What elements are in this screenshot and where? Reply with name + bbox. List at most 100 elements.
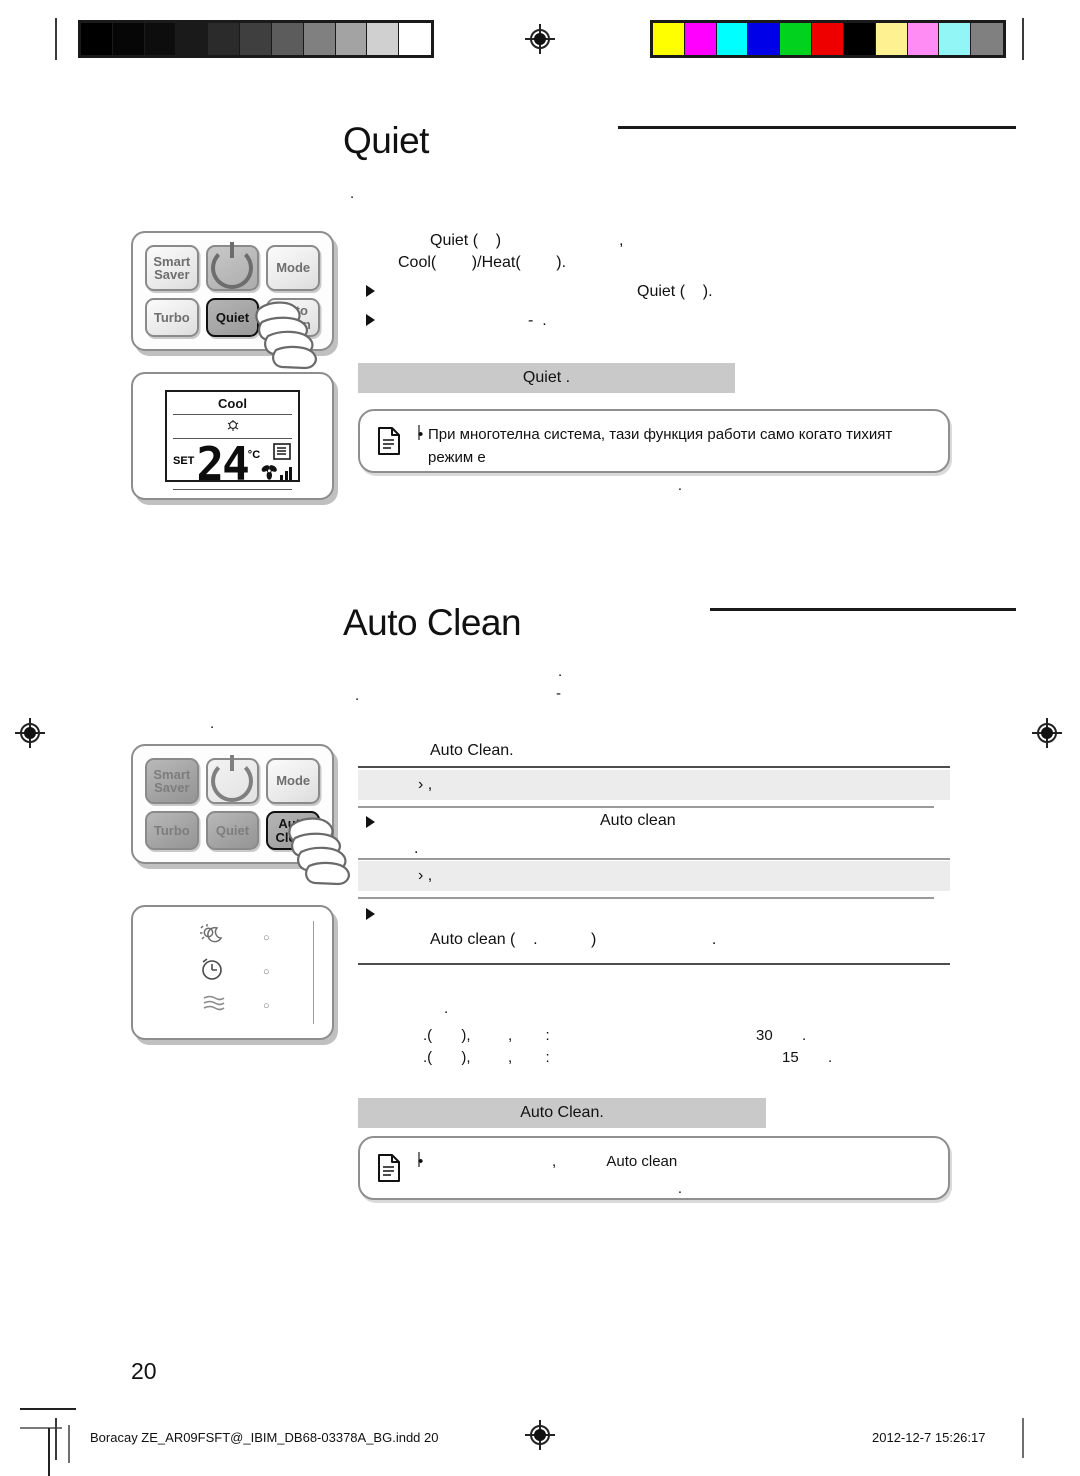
calibration-swatch — [653, 23, 685, 55]
autoclean-subhead: Auto Clean. — [430, 742, 514, 759]
crop-mark-v2 — [68, 1425, 70, 1463]
autoclean-lead-dot-2: . — [355, 687, 360, 704]
calibration-swatch — [684, 23, 717, 55]
quiet-bullet-1: Quiet ( ). — [637, 283, 713, 300]
autoclean-caption-text: Auto Clean. — [520, 1104, 604, 1121]
lcd-panel-quiet: Cool SET 24 °C — [131, 372, 334, 500]
quiet-note-line2: . — [677, 476, 683, 494]
lcd-temperature: 24 — [196, 437, 249, 491]
calibration-swatch — [240, 23, 272, 55]
color-calibration-bar — [650, 20, 1006, 58]
quiet-caption-text: Quiet . — [522, 369, 571, 386]
autoclean-note-box: • , Auto clean . — [358, 1136, 950, 1200]
crop-mark-v3 — [1022, 1418, 1024, 1458]
button-quiet[interactable]: Quiet — [205, 298, 260, 337]
button-smart-saver[interactable]: Smart Saver — [145, 245, 199, 291]
autoclean-note-text: • , Auto clean . — [418, 1150, 932, 1201]
autoclean-title-rule — [710, 608, 1016, 611]
lcd-unit: °C — [247, 449, 261, 461]
button-turbo-2[interactable]: Turbo — [145, 811, 199, 850]
grayscale-calibration-bar — [78, 20, 434, 58]
button-smart-saver-2[interactable]: Smart Saver — [145, 758, 199, 804]
manual-page: Quiet . Smart Saver Mode Turbo Quiet Auto… — [0, 0, 1080, 1476]
indicator-led-3: ○ — [263, 999, 270, 1012]
registration-mark-left — [15, 718, 45, 748]
indicator-led-2: ○ — [263, 965, 270, 978]
autoclean-timing-line2-suffix: . — [828, 1049, 833, 1066]
footer-timestamp: 2012-12-7 15:26:17 — [872, 1430, 986, 1445]
note-document-icon-2 — [378, 1154, 400, 1182]
airflow-icon — [201, 994, 227, 1017]
calibration-swatch — [367, 23, 400, 55]
button-auto-clean[interactable]: Auto Clean — [266, 298, 320, 337]
quiet-note-box: • При многотелна система, тази функция р… — [358, 409, 950, 494]
calibration-swatch — [176, 23, 209, 55]
autoclean-rule-top — [358, 766, 950, 768]
autoclean-band-1: › , — [358, 770, 950, 800]
autoclean-band-2-text: › , — [418, 867, 433, 884]
lcd-screen: Cool SET 24 °C — [165, 390, 300, 491]
power-icon-2 — [211, 755, 254, 802]
registration-mark-bottom — [525, 1420, 555, 1450]
fan-icon — [261, 465, 277, 480]
indicator-panel: ○ ○ ○ — [131, 905, 334, 1040]
quiet-bullet-2: - . — [528, 312, 547, 329]
button-quiet-2[interactable]: Quiet — [205, 811, 260, 850]
right-edge-rule — [1022, 18, 1024, 60]
autoclean-rule-3 — [358, 897, 934, 899]
crop-mark-v1 — [48, 1428, 50, 1476]
button-mode-2[interactable]: Mode — [266, 758, 320, 804]
calibration-swatch — [399, 23, 431, 55]
quiet-body-line1: Quiet ( ) — [430, 232, 502, 249]
autoclean-note-line2: . — [677, 1180, 683, 1198]
quiet-intro-dot: . — [350, 185, 355, 202]
autoclean-lead-dot-1: . — [558, 663, 563, 680]
autoclean-timing-line2-value: 15 — [782, 1049, 799, 1066]
calibration-swatch — [939, 23, 972, 55]
quiet-body-line1-tail: , — [619, 232, 624, 249]
page-number: 20 — [131, 1358, 157, 1384]
autoclean-band-1-text: › , — [418, 776, 433, 793]
quiet-bullet-2-marker — [366, 314, 375, 326]
snowflake-icon — [227, 420, 238, 431]
calibration-swatch — [271, 23, 304, 55]
timer-icon — [199, 956, 225, 987]
registration-mark-top — [525, 24, 555, 54]
lcd-mode-label: Cool — [218, 396, 247, 411]
autoclean-timing-line1: .( ), , : — [423, 1027, 550, 1044]
button-mode[interactable]: Mode — [266, 245, 320, 291]
calibration-swatch — [971, 23, 1003, 55]
calibration-swatch — [112, 23, 145, 55]
remote-control-autoclean: Smart Saver Mode Turbo Quiet Auto Clean — [131, 744, 334, 864]
autoclean-band-2: › , — [358, 861, 950, 891]
autoclean-caption-band: Auto Clean. — [358, 1098, 766, 1128]
autoclean-row-2-text: Auto clean ( . ) . — [430, 931, 717, 948]
footer-rule — [55, 1418, 57, 1460]
autoclean-bullet-2-marker — [366, 908, 375, 920]
button-power[interactable] — [205, 242, 260, 291]
quiet-note-line1: При многотелна система, тази функция раб… — [428, 426, 893, 467]
autoclean-timing-line1-suffix: . — [802, 1027, 807, 1044]
autoclean-row-1-text: Auto clean — [600, 812, 676, 829]
crop-mark-h1 — [20, 1408, 76, 1410]
autoclean-note-line1: Auto clean — [606, 1153, 678, 1170]
autoclean-timing-line1-value: 30 — [756, 1027, 773, 1044]
autoclean-rule-2 — [358, 858, 950, 860]
autoclean-timing-line2: .( ), , : — [423, 1049, 550, 1066]
autoclean-rule-1 — [358, 806, 934, 808]
autoclean-note-prefix: , — [552, 1153, 557, 1170]
indicator-led-1: ○ — [263, 931, 270, 944]
quiet-bullet-1-marker — [366, 285, 375, 297]
button-turbo[interactable]: Turbo — [145, 298, 199, 337]
button-power-2[interactable] — [205, 755, 260, 804]
calibration-swatch — [335, 23, 368, 55]
autoclean-lead-dash: - — [556, 685, 561, 702]
remote-control-quiet: Smart Saver Mode Turbo Quiet Auto Clean — [131, 231, 334, 351]
autoclean-row-1-tail: . — [414, 840, 419, 857]
autoclean-timing-dot: . — [444, 1000, 449, 1017]
calibration-swatch — [875, 23, 908, 55]
calibration-swatch — [81, 23, 113, 55]
button-auto-clean-2[interactable]: Auto Clean — [266, 811, 320, 850]
autoclean-bullet-1-marker — [366, 816, 375, 828]
lcd-set-label: SET — [173, 455, 195, 467]
